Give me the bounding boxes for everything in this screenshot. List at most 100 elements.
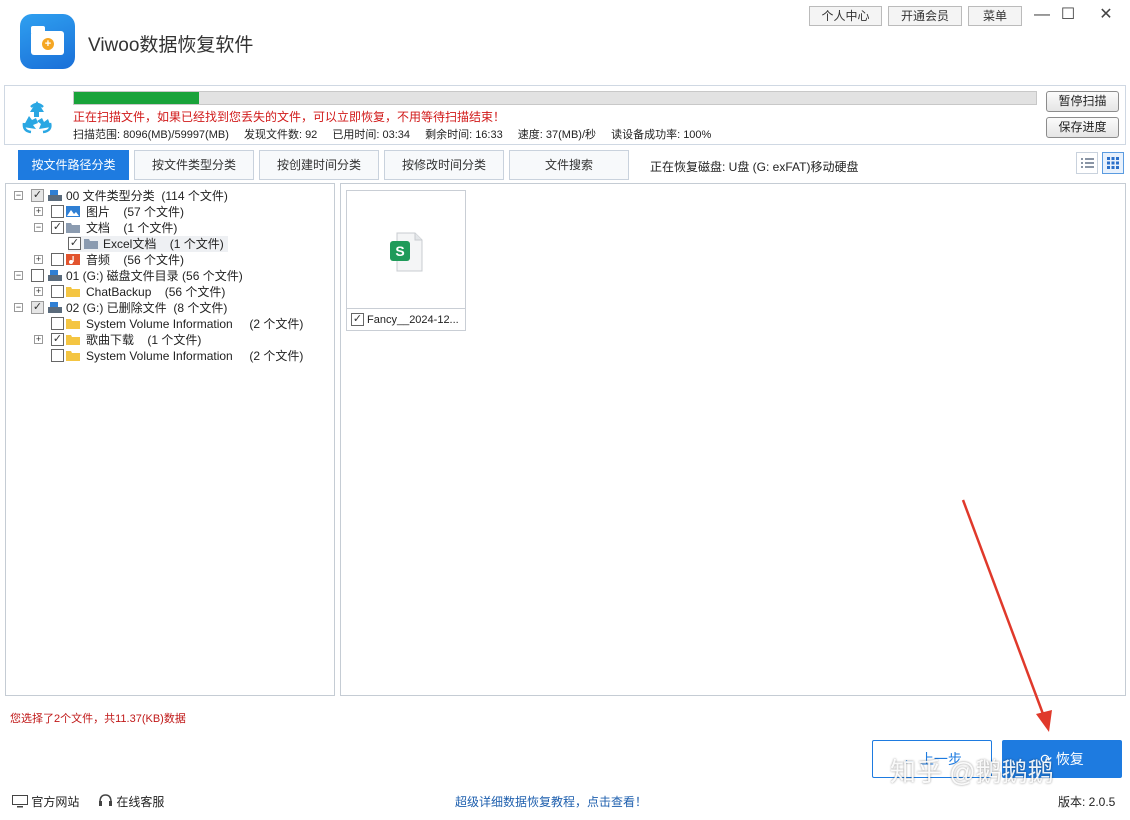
scan-stats: 扫描范围: 8096(MB)/59997(MB) 发现文件数: 92 已用时间:… bbox=[73, 126, 723, 142]
version-label: 版本: 2.0.5 bbox=[1058, 795, 1116, 809]
scan-progress-fill bbox=[74, 92, 200, 104]
scan-progress-bar bbox=[73, 91, 1037, 105]
tree-node-excel-docs[interactable]: ✓ Excel文档 (1 个文件) bbox=[68, 236, 228, 252]
tree-checkbox[interactable]: ✓ bbox=[51, 333, 64, 346]
headset-icon bbox=[99, 794, 112, 806]
tree-node-audio[interactable]: + 音频 (56 个文件) bbox=[34, 252, 314, 268]
tree-node-label: Excel文档 (1 个文件) bbox=[103, 237, 224, 251]
files-found: 发现文件数: 92 bbox=[243, 129, 318, 141]
folder-icon bbox=[84, 239, 98, 249]
tutorial-link[interactable]: 超级详细数据恢复教程，点击查看！ bbox=[455, 793, 647, 810]
disk-status: 正在恢复磁盘: U盘 (G: exFAT)移动硬盘 bbox=[650, 160, 859, 174]
recover-label: 恢复 bbox=[1055, 751, 1084, 767]
tab-by-path[interactable]: 按文件路径分类 bbox=[18, 150, 129, 180]
tree-node-label: 02 (G:) 已删除文件 (8 个文件) bbox=[66, 301, 228, 315]
list-view-icon[interactable] bbox=[1076, 152, 1098, 174]
tree-checkbox[interactable]: ✓ bbox=[51, 221, 64, 234]
tree-node-song-downloads[interactable]: + ✓ 歌曲下载 (1 个文件) bbox=[34, 332, 314, 348]
read-success-rate: 读设备成功率: 100% bbox=[611, 129, 712, 141]
official-website-label: 官方网站 bbox=[31, 795, 80, 809]
watermark: 知乎 @鹅鹅鹅 bbox=[890, 757, 1054, 787]
tree-node-documents[interactable]: − ✓ 文档 (1 个文件) bbox=[34, 220, 314, 236]
vip-button[interactable]: 开通会员 bbox=[888, 6, 962, 26]
tree-checkbox[interactable] bbox=[51, 285, 64, 298]
pause-scan-button[interactable]: 暂停扫描 bbox=[1046, 91, 1119, 112]
grid-view-icon[interactable] bbox=[1102, 152, 1124, 174]
tree-node-file-types[interactable]: − ✓ 00 文件类型分类 (114 个文件) bbox=[14, 188, 314, 204]
tree-node-deleted-files[interactable]: − ✓ 02 (G:) 已删除文件 (8 个文件) bbox=[14, 300, 314, 316]
selection-status: 您选择了2个文件，共11.37(KB)数据 bbox=[10, 713, 186, 725]
tree-node-chatbackup[interactable]: + ChatBackup (56 个文件) bbox=[34, 284, 314, 300]
footer: 官方网站 在线客服 超级详细数据恢复教程，点击查看！ 版本: 2.0.5 bbox=[0, 785, 1130, 820]
tree-checkbox[interactable] bbox=[51, 349, 64, 362]
file-grid-panel: S ✓ Fancy__2024-12... bbox=[340, 183, 1126, 696]
recycle-icon bbox=[22, 101, 52, 134]
tree-node-label: 图片 (57 个文件) bbox=[86, 205, 185, 219]
tree-node-images[interactable]: + 图片 (57 个文件) bbox=[34, 204, 314, 220]
save-progress-button[interactable]: 保存进度 bbox=[1046, 117, 1119, 138]
tab-by-modified-time[interactable]: 按修改时间分类 bbox=[384, 150, 504, 180]
remaining-time: 剩余时间: 16:33 bbox=[425, 129, 503, 141]
drive-icon bbox=[48, 302, 62, 313]
online-support-link[interactable]: 在线客服 bbox=[98, 793, 164, 810]
tree-node-label: System Volume Information (2 个文件) bbox=[86, 349, 304, 363]
app-title: Viwoo数据恢复软件 bbox=[88, 35, 254, 56]
tree-node-system-volume-2[interactable]: System Volume Information (2 个文件) bbox=[34, 348, 324, 364]
spreadsheet-file-icon: S bbox=[390, 232, 423, 272]
tree-checkbox[interactable]: ✓ bbox=[31, 301, 44, 314]
tree-checkbox[interactable] bbox=[51, 205, 64, 218]
menu-button[interactable]: 菜单 bbox=[968, 6, 1022, 26]
tree-checkbox[interactable] bbox=[31, 269, 44, 282]
scan-range: 扫描范围: 8096(MB)/59997(MB) bbox=[73, 129, 229, 141]
folder-icon bbox=[66, 223, 80, 233]
app-logo: + bbox=[20, 14, 75, 69]
folder-icon bbox=[66, 351, 80, 361]
scan-message: 正在扫描文件，如果已经找到您丢失的文件，可以立即恢复，不用等待扫描结束！ bbox=[73, 110, 506, 124]
collapse-icon[interactable]: − bbox=[14, 191, 23, 200]
tree-node-label: ChatBackup (56 个文件) bbox=[86, 285, 226, 299]
tree-checkbox[interactable]: ✓ bbox=[31, 189, 44, 202]
audio-icon bbox=[66, 254, 80, 265]
drive-icon bbox=[48, 270, 62, 281]
folder-icon bbox=[66, 319, 80, 329]
tab-by-created-time[interactable]: 按创建时间分类 bbox=[259, 150, 379, 180]
elapsed-time: 已用时间: 03:34 bbox=[332, 129, 411, 141]
folder-icon bbox=[66, 335, 80, 345]
file-name: Fancy__2024-12... bbox=[367, 314, 459, 326]
tree-checkbox[interactable] bbox=[51, 317, 64, 330]
tab-by-type[interactable]: 按文件类型分类 bbox=[134, 150, 254, 180]
tree-checkbox[interactable] bbox=[51, 253, 64, 266]
scan-speed: 速度: 37(MB)/秒 bbox=[517, 129, 597, 141]
tree-node-label: 00 文件类型分类 (114 个文件) bbox=[66, 189, 228, 203]
expand-icon[interactable]: + bbox=[34, 287, 43, 296]
title-bar: + Viwoo数据恢复软件 个人中心 开通会员 菜单 — ☐ ✕ bbox=[0, 0, 1130, 84]
official-website-link[interactable]: 官方网站 bbox=[12, 793, 79, 810]
close-icon[interactable]: ✕ bbox=[1094, 4, 1118, 26]
tab-file-search[interactable]: 文件搜索 bbox=[509, 150, 629, 180]
expand-icon[interactable]: + bbox=[34, 335, 43, 344]
collapse-icon[interactable]: − bbox=[14, 271, 23, 280]
scan-panel: 正在扫描文件，如果已经找到您丢失的文件，可以立即恢复，不用等待扫描结束！ 扫描范… bbox=[4, 85, 1126, 145]
personal-center-button[interactable]: 个人中心 bbox=[809, 6, 882, 26]
file-card[interactable]: S ✓ Fancy__2024-12... bbox=[346, 190, 466, 331]
folder-icon bbox=[66, 287, 80, 297]
file-caption: ✓ Fancy__2024-12... bbox=[347, 308, 465, 330]
expand-icon[interactable]: + bbox=[34, 207, 43, 216]
expand-icon[interactable]: + bbox=[34, 255, 43, 264]
minimize-icon[interactable]: — bbox=[1030, 4, 1054, 26]
spreadsheet-letter: S bbox=[395, 243, 404, 259]
tree-node-system-volume-1[interactable]: System Volume Information (2 个文件) bbox=[34, 316, 324, 332]
tree-node-label: 01 (G:) 磁盘文件目录 (56 个文件) bbox=[66, 269, 243, 283]
file-checkbox[interactable]: ✓ bbox=[351, 313, 364, 326]
image-icon bbox=[66, 206, 80, 217]
tree-node-disk-directory[interactable]: − 01 (G:) 磁盘文件目录 (56 个文件) bbox=[14, 268, 314, 284]
tree-node-label: 文档 (1 个文件) bbox=[86, 221, 178, 235]
maximize-icon[interactable]: ☐ bbox=[1056, 4, 1080, 26]
tree-node-label: 音频 (56 个文件) bbox=[86, 253, 185, 267]
drive-icon bbox=[48, 190, 62, 201]
monitor-icon bbox=[12, 795, 28, 808]
collapse-icon[interactable]: − bbox=[14, 303, 23, 312]
directory-tree: − ✓ 00 文件类型分类 (114 个文件) + 图片 (57 个文件) − … bbox=[5, 183, 335, 696]
collapse-icon[interactable]: − bbox=[34, 223, 43, 232]
tree-checkbox[interactable]: ✓ bbox=[68, 237, 81, 250]
